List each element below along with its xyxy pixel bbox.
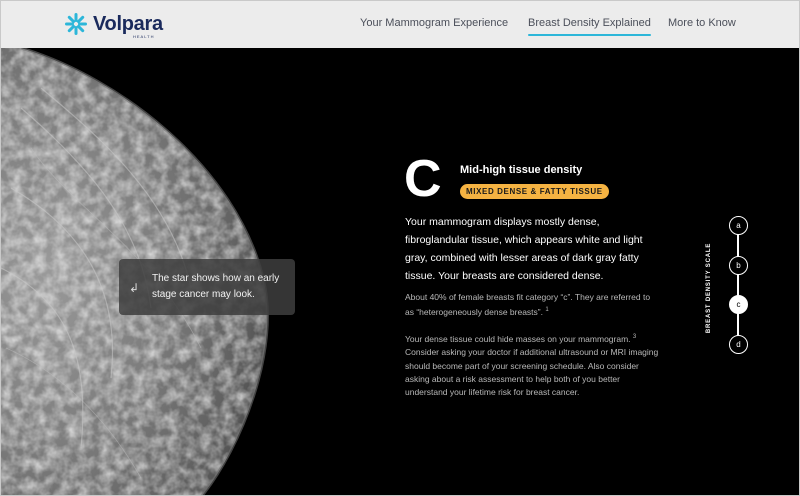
scale-level-a[interactable]: a <box>729 216 748 235</box>
volpara-logo-icon <box>65 13 87 35</box>
footnote-ref[interactable]: 1 <box>545 307 548 313</box>
density-scale-track <box>737 225 739 345</box>
page-frame: Volpara HEALTH Your Mammogram Experience… <box>0 0 800 496</box>
category-badge: MIXED DENSE & FATTY TISSUE <box>460 184 609 199</box>
category-stat-paragraph: About 40% of female breasts fit category… <box>405 291 661 320</box>
nav-breast-density-explained[interactable]: Breast Density Explained <box>528 17 651 36</box>
scale-level-c[interactable]: c <box>729 295 748 314</box>
site-header: Volpara HEALTH Your Mammogram Experience… <box>1 1 799 48</box>
tooltip-card: ↲ The star shows how an early stage canc… <box>119 259 295 315</box>
category-title: Mid-high tissue density <box>460 164 583 176</box>
nav-more-to-know[interactable]: More to Know <box>668 17 736 29</box>
category-lead: Your mammogram displays mostly dense, fi… <box>405 216 643 282</box>
brand-sub: HEALTH <box>133 34 155 39</box>
hand-pointer-icon: ↲ <box>129 281 140 295</box>
category-letter: C <box>404 150 442 208</box>
category-advice-text-a: Your dense tissue could hide masses on y… <box>405 333 631 344</box>
category-stat-text: About 40% of female breasts fit category… <box>405 292 651 318</box>
footnote-ref[interactable]: 3 <box>633 334 636 340</box>
category-advice-text-b: Consider asking your doctor if additiona… <box>405 347 659 398</box>
nav-your-mammogram-experience[interactable]: Your Mammogram Experience <box>360 17 508 29</box>
category-advice-paragraph: Your dense tissue could hide masses on y… <box>405 331 661 400</box>
volpara-logo[interactable]: Volpara HEALTH <box>63 11 163 39</box>
tooltip-text: The star shows how an early stage cancer… <box>152 273 280 300</box>
brand-name: Volpara <box>93 13 163 35</box>
scale-level-b[interactable]: b <box>729 256 748 275</box>
scale-level-d[interactable]: d <box>729 335 748 354</box>
density-scale-label: BREAST DENSITY SCALE <box>706 242 712 334</box>
